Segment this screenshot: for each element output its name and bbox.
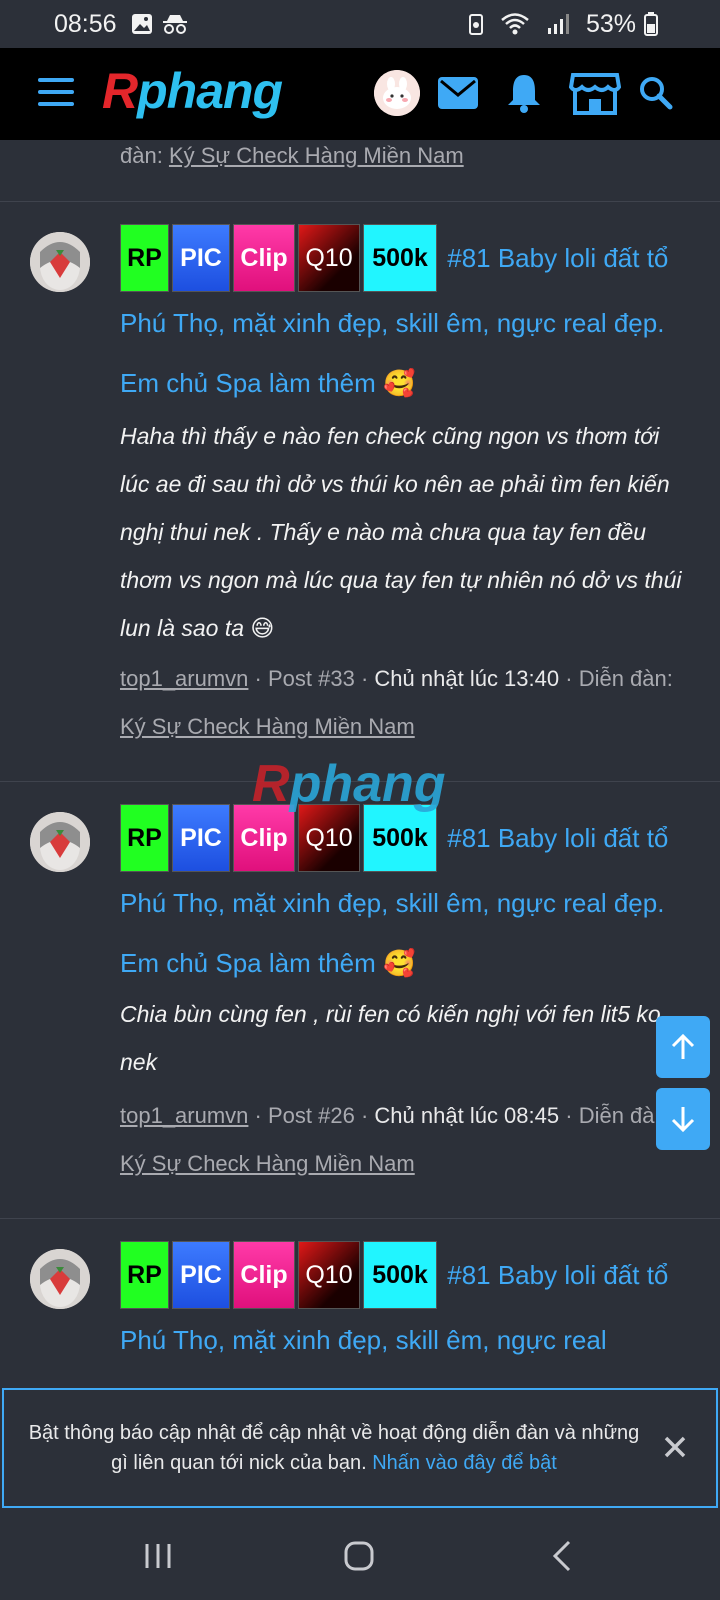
- store-icon[interactable]: [568, 70, 622, 116]
- mail-icon[interactable]: [438, 70, 478, 116]
- tag-pic: PIC: [172, 224, 230, 292]
- back-icon[interactable]: [548, 1538, 576, 1574]
- author-avatar[interactable]: [30, 232, 90, 292]
- post-number: Post #26: [268, 1103, 355, 1128]
- logo-watermark: Rphang: [252, 755, 446, 813]
- author-link[interactable]: top1_arumvn: [120, 666, 248, 691]
- close-icon[interactable]: [662, 1434, 688, 1460]
- post-meta: top1_arumvn · Post #33 · Chủ nhật lúc 13…: [120, 666, 673, 739]
- post-date: Chủ nhật lúc 08:45: [374, 1103, 560, 1128]
- user-avatar[interactable]: [374, 70, 420, 116]
- notice-text: Bật thông báo cập nhật để cập nhật về ho…: [28, 1422, 640, 1474]
- tag-rp: RP: [120, 804, 169, 872]
- result-item: RP PIC Clip Q10 500k #81 Baby loli đất tổ Ph…: [0, 202, 720, 782]
- post-meta: top1_arumvn · Post #26 · Chủ nhật lúc 08…: [120, 1103, 673, 1176]
- tag-rp: RP: [120, 224, 169, 292]
- bell-icon[interactable]: [504, 70, 544, 116]
- tag-q10: Q10: [298, 224, 360, 292]
- site-header: Rphang: [0, 48, 720, 140]
- gallery-icon: [131, 13, 153, 35]
- tag-clip: Clip: [233, 1241, 295, 1309]
- site-logo[interactable]: Rphang: [102, 62, 283, 120]
- tag-q10: Q10: [298, 804, 360, 872]
- forum-link[interactable]: Ký Sự Check Hàng Miền Nam: [120, 1151, 415, 1176]
- result-item: RP PIC Clip Q10 500k #81 Baby loli đất tổ Ph…: [0, 782, 720, 1218]
- tag-clip: Clip: [233, 804, 295, 872]
- thread-title[interactable]: RP PIC Clip Q10 500k #81 Baby loli đất tổ Ph…: [120, 1241, 690, 1369]
- signal-icon: [546, 13, 570, 35]
- battery-icon: [644, 12, 658, 36]
- incognito-icon: [161, 13, 189, 35]
- home-icon[interactable]: [343, 1538, 375, 1574]
- search-results: đàn: Ký Sự Check Hàng Miền Nam RP PIC Clip…: [0, 140, 720, 1380]
- post-number: Post #33: [268, 666, 355, 691]
- status-time: 08:56: [54, 9, 117, 38]
- post-excerpt: Haha thì thấy e nào fen check cũng ngon …: [120, 423, 682, 641]
- recent-apps-icon[interactable]: [142, 1538, 174, 1574]
- tag-pic: PIC: [172, 1241, 230, 1309]
- scroll-top-button[interactable]: [656, 1016, 710, 1078]
- tag-clip: Clip: [233, 224, 295, 292]
- author-avatar[interactable]: [30, 1249, 90, 1309]
- push-notice-banner: Bật thông báo cập nhật để cập nhật về ho…: [2, 1388, 718, 1508]
- forum-label: Diễn đàn:: [578, 666, 673, 691]
- search-icon[interactable]: [638, 70, 674, 116]
- author-link[interactable]: top1_arumvn: [120, 1103, 248, 1128]
- tag-500k: 500k: [363, 1241, 437, 1309]
- menu-icon[interactable]: [38, 78, 74, 108]
- post-excerpt: Chia bùn cùng fen , rùi fen có kiến nghị…: [120, 1001, 661, 1075]
- battery-saver-icon: [468, 12, 484, 36]
- tag-pic: PIC: [172, 804, 230, 872]
- result-item: RP PIC Clip Q10 500k #81 Baby loli đất tổ Ph…: [0, 1219, 720, 1380]
- enable-notifications-link[interactable]: Nhấn vào đây để bật: [372, 1452, 557, 1474]
- battery-percent: 53%: [585, 9, 636, 38]
- thread-title[interactable]: RP PIC Clip Q10 500k #81 Baby loli đất tổ Ph…: [120, 224, 690, 412]
- forum-link[interactable]: Ký Sự Check Hàng Miền Nam: [169, 143, 464, 168]
- tag-q10: Q10: [298, 1241, 360, 1309]
- wifi-icon: [500, 12, 530, 36]
- author-avatar[interactable]: [30, 812, 90, 872]
- tag-500k: 500k: [363, 224, 437, 292]
- post-date: Chủ nhật lúc 13:40: [374, 666, 560, 691]
- system-nav-bar: [0, 1512, 720, 1600]
- arrow-up-icon: [671, 1033, 695, 1059]
- status-bar: 08:56 53%: [0, 0, 720, 48]
- arrow-down-icon: [671, 1107, 695, 1133]
- scroll-bottom-button[interactable]: [656, 1088, 710, 1150]
- forum-link[interactable]: Ký Sự Check Hàng Miền Nam: [120, 714, 415, 739]
- tag-500k: 500k: [363, 804, 437, 872]
- tag-rp: RP: [120, 1241, 169, 1309]
- thread-title[interactable]: RP PIC Clip Q10 500k #81 Baby loli đất tổ Ph…: [120, 804, 690, 992]
- previous-post-meta: đàn: Ký Sự Check Hàng Miền Nam: [120, 143, 464, 168]
